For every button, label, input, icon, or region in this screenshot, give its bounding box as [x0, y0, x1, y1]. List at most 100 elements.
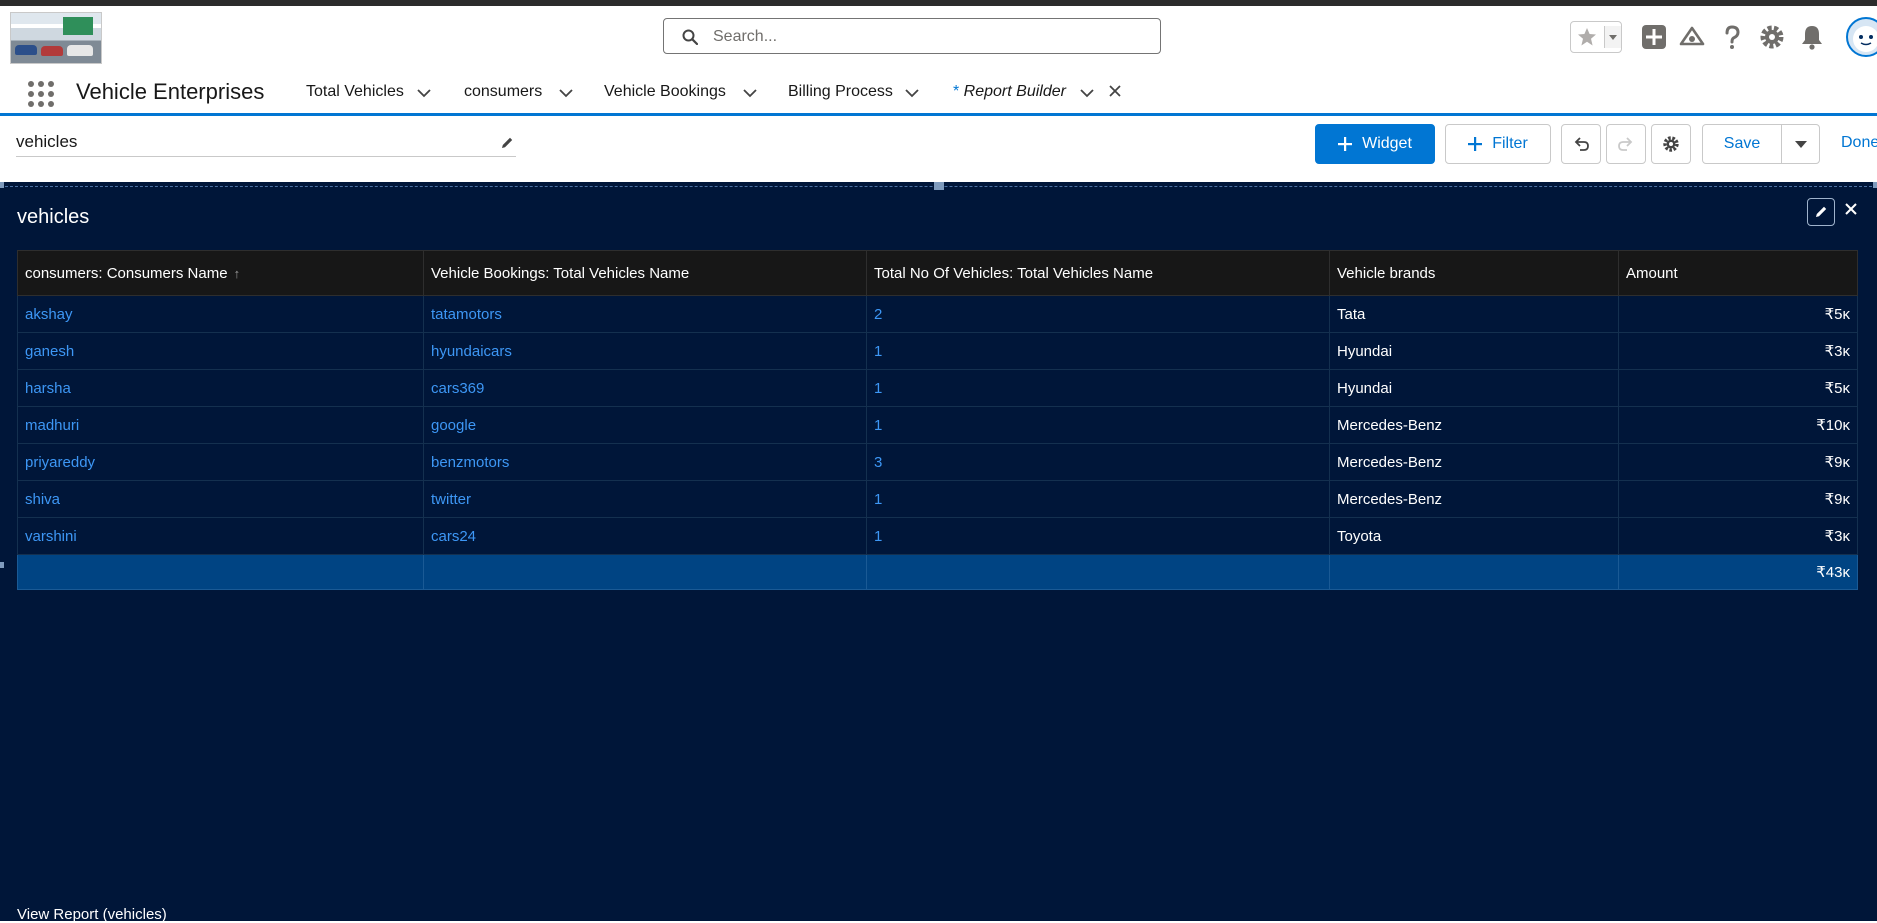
- logo-car-shape: [67, 45, 93, 56]
- consumer-link[interactable]: madhuri: [17, 406, 424, 444]
- remove-widget-icon[interactable]: [1844, 202, 1858, 216]
- done-button[interactable]: Done: [1841, 134, 1877, 152]
- column-header[interactable]: Vehicle brands: [1329, 250, 1619, 296]
- empty-cell: [866, 554, 1330, 590]
- booking-link[interactable]: google: [423, 406, 867, 444]
- app-launcher-icon[interactable]: [27, 80, 55, 108]
- sort-ascending-icon[interactable]: ↑: [234, 266, 241, 281]
- resize-handle[interactable]: [934, 182, 944, 190]
- chevron-down-icon[interactable]: [1079, 87, 1095, 99]
- vehicle-count-link[interactable]: 1: [866, 480, 1330, 518]
- resize-handle[interactable]: [0, 562, 4, 568]
- empty-cell: [1329, 554, 1619, 590]
- save-options-button[interactable]: [1781, 124, 1820, 164]
- search-icon: [682, 29, 698, 45]
- resize-handle[interactable]: [0, 182, 4, 188]
- chevron-down-icon[interactable]: [558, 87, 574, 99]
- filter-label: Filter: [1492, 135, 1528, 152]
- booking-link[interactable]: benzmotors: [423, 443, 867, 481]
- gear-icon: [1663, 136, 1679, 152]
- tab-vehicle-bookings[interactable]: Vehicle Bookings: [604, 83, 757, 101]
- add-widget-button[interactable]: Widget: [1315, 124, 1435, 164]
- plus-icon: [1468, 137, 1483, 151]
- star-icon: [1578, 28, 1596, 46]
- close-tab-icon[interactable]: [1108, 84, 1122, 98]
- favorites-button[interactable]: [1570, 21, 1622, 53]
- consumer-link[interactable]: shiva: [17, 480, 424, 518]
- unsaved-indicator: *: [953, 83, 964, 100]
- report-table: consumers: Consumers Name ↑ Vehicle Booki…: [17, 250, 1858, 590]
- amount-cell: ₹3ĸ: [1618, 332, 1858, 370]
- pencil-edit-icon: [1816, 206, 1827, 217]
- tab-label: Vehicle Bookings: [604, 83, 726, 100]
- table-row: priyareddy benzmotors 3 Mercedes-Benz ₹9…: [17, 443, 1858, 481]
- edit-widget-button[interactable]: [1807, 198, 1835, 226]
- table-row: shiva twitter 1 Mercedes-Benz ₹9ĸ: [17, 480, 1858, 518]
- widget-title: vehicles: [17, 206, 90, 228]
- vehicle-count-link[interactable]: 3: [866, 443, 1330, 481]
- tab-report-builder[interactable]: * Report Builder: [953, 83, 1094, 101]
- booking-link[interactable]: twitter: [423, 480, 867, 518]
- global-search[interactable]: [663, 18, 1161, 54]
- vehicle-count-link[interactable]: 1: [866, 369, 1330, 407]
- dashboard-name-field[interactable]: vehicles: [16, 130, 516, 157]
- chevron-down-icon[interactable]: [904, 87, 920, 99]
- consumer-link[interactable]: ganesh: [17, 332, 424, 370]
- tab-consumers[interactable]: consumers: [464, 83, 573, 101]
- column-header[interactable]: consumers: Consumers Name ↑: [17, 250, 424, 296]
- tab-billing-process[interactable]: Billing Process: [788, 83, 919, 101]
- table-row: akshay tatamotors 2 Tata ₹5ĸ: [17, 295, 1858, 333]
- save-label: Save: [1723, 135, 1761, 152]
- chevron-down-icon[interactable]: [742, 87, 758, 99]
- table-row: harsha cars369 1 Hyundai ₹5ĸ: [17, 369, 1858, 407]
- help-icon[interactable]: [1718, 23, 1746, 51]
- booking-link[interactable]: tatamotors: [423, 295, 867, 333]
- company-logo[interactable]: [10, 12, 102, 64]
- amount-cell: ₹9ĸ: [1618, 443, 1858, 481]
- user-avatar[interactable]: [1846, 17, 1877, 57]
- redo-button[interactable]: [1606, 124, 1646, 164]
- undo-button[interactable]: [1561, 124, 1601, 164]
- astro-avatar-icon: [1853, 26, 1877, 52]
- consumer-link[interactable]: akshay: [17, 295, 424, 333]
- brand-cell: Mercedes-Benz: [1329, 406, 1619, 444]
- pencil-edit-icon[interactable]: [500, 136, 514, 150]
- undo-icon: [1574, 137, 1589, 151]
- column-header[interactable]: Total No Of Vehicles: Total Vehicles Nam…: [866, 250, 1330, 296]
- consumer-link[interactable]: priyareddy: [17, 443, 424, 481]
- trailhead-icon[interactable]: [1678, 23, 1706, 51]
- setup-gear-icon[interactable]: [1758, 23, 1786, 51]
- notification-bell-icon[interactable]: [1798, 23, 1826, 51]
- amount-cell: ₹10ĸ: [1618, 406, 1858, 444]
- tab-total-vehicles[interactable]: Total Vehicles: [306, 83, 431, 101]
- save-button[interactable]: Save: [1702, 124, 1782, 164]
- favorites-menu-button[interactable]: [1604, 26, 1621, 48]
- column-header[interactable]: Amount: [1618, 250, 1858, 296]
- logo-building-shape: [63, 17, 93, 35]
- vehicle-count-link[interactable]: 2: [866, 295, 1330, 333]
- search-input[interactable]: [711, 25, 1135, 49]
- tab-label: Report Builder: [963, 83, 1066, 100]
- consumer-link[interactable]: varshini: [17, 517, 424, 555]
- dashboard-name: vehicles: [16, 132, 78, 151]
- dashboard-toolbar: vehicles Widget Filter Save Done: [0, 116, 1877, 183]
- booking-link[interactable]: cars369: [423, 369, 867, 407]
- chevron-down-icon: [1794, 141, 1807, 148]
- booking-link[interactable]: cars24: [423, 517, 867, 555]
- chevron-down-icon[interactable]: [416, 87, 432, 99]
- vehicle-count-link[interactable]: 1: [866, 332, 1330, 370]
- add-icon[interactable]: [1640, 23, 1668, 51]
- consumer-link[interactable]: harsha: [17, 369, 424, 407]
- app-navigation-bar: Vehicle Enterprises Total Vehicles consu…: [0, 70, 1877, 116]
- add-filter-button[interactable]: Filter: [1445, 124, 1551, 164]
- view-report-link[interactable]: View Report (vehicles): [17, 906, 167, 923]
- vehicle-count-link[interactable]: 1: [866, 406, 1330, 444]
- vehicle-count-link[interactable]: 1: [866, 517, 1330, 555]
- resize-handle[interactable]: [1873, 182, 1877, 188]
- tab-label: Total Vehicles: [306, 83, 404, 100]
- column-header[interactable]: Vehicle Bookings: Total Vehicles Name: [423, 250, 867, 296]
- table-row: ganesh hyundaicars 1 Hyundai ₹3ĸ: [17, 332, 1858, 370]
- widget-label: Widget: [1362, 135, 1412, 152]
- properties-button[interactable]: [1651, 124, 1691, 164]
- booking-link[interactable]: hyundaicars: [423, 332, 867, 370]
